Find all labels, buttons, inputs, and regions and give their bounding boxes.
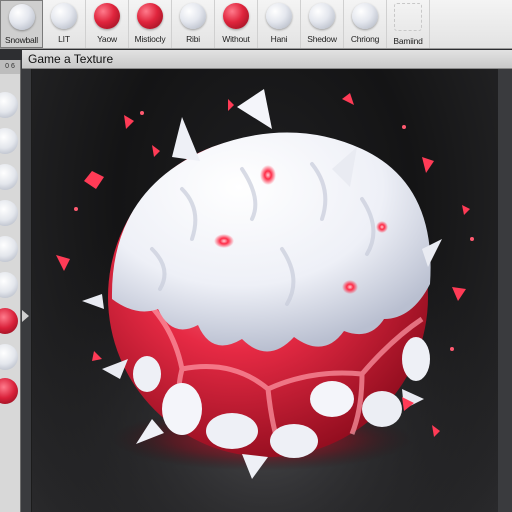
swatch-label: Mistiocly (134, 34, 166, 44)
swatch-label: LIT (58, 34, 70, 44)
swatch-label: Hani (270, 34, 288, 44)
swatch-label: Snowball (5, 35, 38, 45)
side-snowball-thumb[interactable] (0, 128, 18, 154)
collapse-arrow-icon[interactable] (22, 310, 29, 322)
snowball-thumbnail (180, 3, 206, 29)
swatch-without[interactable]: Without (215, 0, 258, 48)
swatch-label: Yaow (97, 34, 117, 44)
side-snowball-thumb[interactable] (0, 272, 18, 298)
side-red-ball-thumb[interactable] (0, 308, 18, 334)
swatch-label: Without (222, 34, 250, 44)
snowball-thumbnail (266, 3, 292, 29)
swatch-snowball[interactable]: Snowball (0, 0, 43, 48)
empty-slot-thumbnail (394, 3, 422, 31)
swatch-mistiocly[interactable]: Mistiocly (129, 0, 172, 48)
snowball-thumbnail (8, 4, 35, 30)
side-snowball-thumb[interactable] (0, 200, 18, 226)
swatch-shedow[interactable]: Shedow (301, 0, 344, 48)
snowball-texture-artwork (32, 69, 498, 512)
panel-splitter[interactable] (21, 60, 32, 512)
snowball-thumbnail (352, 3, 378, 29)
swatch-label: Shedow (307, 34, 337, 44)
side-red-ball-thumb[interactable] (0, 378, 18, 404)
red-ball-thumbnail (94, 3, 120, 29)
red-ball-thumbnail (137, 3, 163, 29)
snowball-thumbnail (51, 3, 77, 29)
red-ball-thumbnail (223, 3, 249, 29)
swatch-label: Bamiind (393, 36, 423, 46)
texture-preview-canvas (32, 69, 498, 512)
snowball-thumbnail (309, 3, 335, 29)
swatch-hani[interactable]: Hani (258, 0, 301, 48)
right-panel-border (498, 69, 512, 512)
swatch-bamiind[interactable]: Bamiind (387, 0, 430, 48)
side-snowball-thumb[interactable] (0, 164, 18, 190)
side-strip-index: 0 6 (0, 60, 20, 74)
swatch-yaow[interactable]: Yaow (86, 0, 129, 48)
side-snowball-thumb[interactable] (0, 92, 18, 118)
swatch-label: Ribi (186, 34, 200, 44)
side-thumbnail-strip: 0 6 (0, 60, 21, 512)
panel-title: Game a Texture (28, 52, 114, 66)
swatch-lit[interactable]: LIT (43, 0, 86, 48)
swatch-chriong[interactable]: Chriong (344, 0, 387, 48)
preview-panel-titlebar: Game a Texture (22, 50, 512, 69)
side-snowball-thumb[interactable] (0, 344, 18, 370)
swatch-ribi[interactable]: Ribi (172, 0, 215, 48)
swatch-label: Chriong (350, 34, 380, 44)
side-snowball-thumb[interactable] (0, 236, 18, 262)
texture-swatch-strip: Snowball LIT Yaow Mistiocly Ribi Without… (0, 0, 512, 49)
